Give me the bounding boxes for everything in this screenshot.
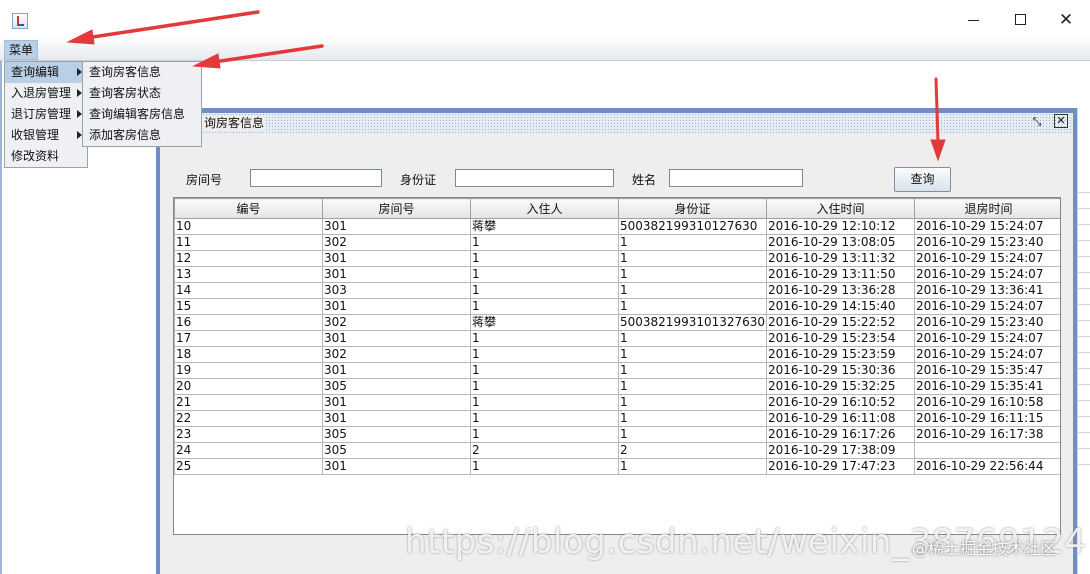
annotation-arrows bbox=[66, 10, 946, 162]
watermark-site: @稀土掘金技术社区 bbox=[912, 539, 1057, 558]
annotation-arrow-3 bbox=[934, 77, 940, 144]
annotation-arrow-2 bbox=[212, 44, 324, 64]
arrow-head-icon bbox=[66, 29, 95, 45]
arrow-head-icon bbox=[192, 53, 221, 69]
annotation-arrow-1 bbox=[84, 10, 260, 40]
arrow-head-icon bbox=[930, 139, 946, 162]
